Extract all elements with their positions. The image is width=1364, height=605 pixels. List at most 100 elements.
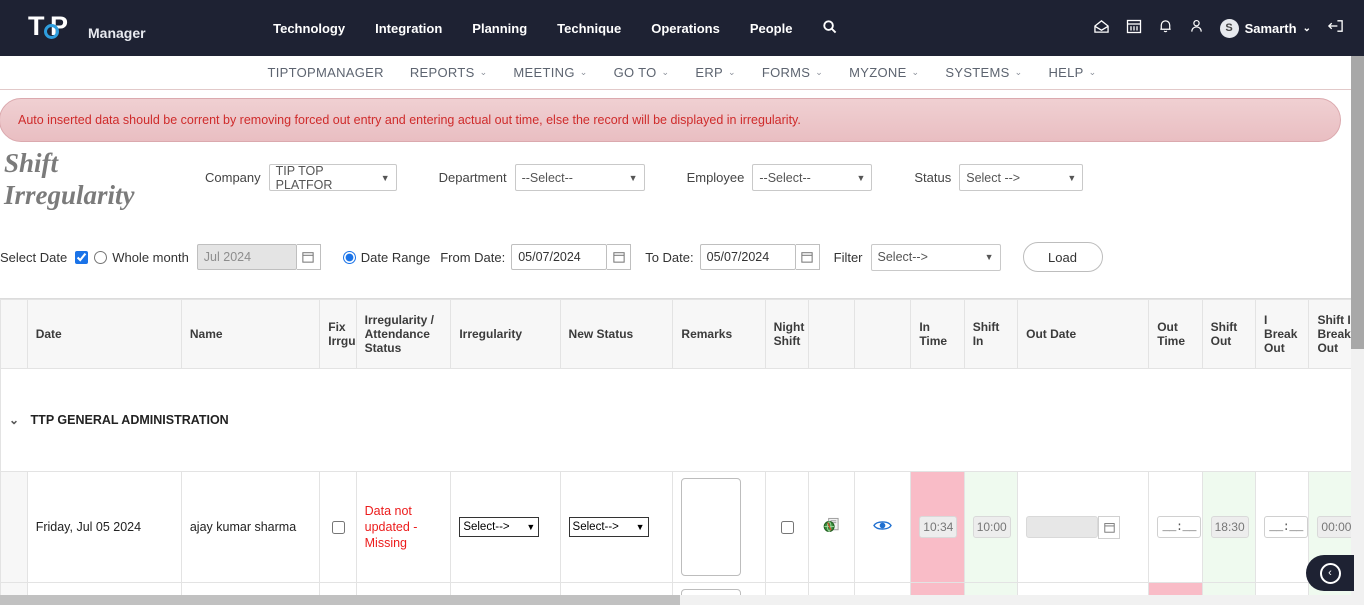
nav-item-integration[interactable]: Integration [375,21,442,36]
select-date-label: Select Date [0,249,68,265]
nav-item-planning[interactable]: Planning [472,21,527,36]
home-icon[interactable] [1093,19,1110,38]
out-date-input[interactable] [1026,516,1099,538]
page-vertical-scrollbar[interactable] [1351,56,1364,605]
subnav-item-systems[interactable]: SYSTEMS ⌄ [945,65,1022,80]
table-horizontal-scrollbar[interactable] [0,595,1351,605]
department-select-value: --Select-- [521,170,573,185]
date-range-label: Date Range [360,249,431,265]
out-date-field[interactable] [1026,515,1140,539]
select-date-checkbox[interactable] [75,250,89,264]
page-vertical-scrollbar-thumb[interactable] [1351,56,1364,349]
from-date-calendar-icon[interactable] [607,244,632,270]
chevron-down-icon: ⌄ [579,67,588,77]
subnav-item-myzone[interactable]: MYZONE ⌄ [849,65,919,80]
subnav-label: MYZONE [849,65,907,80]
whole-month-radio[interactable] [94,250,108,264]
th-attachment [808,299,856,369]
subnav-item-tiptopmanager[interactable]: TIPTOPMANAGER [268,65,384,80]
from-date-input[interactable]: 05/07/2024 [511,244,608,270]
date-range-radio[interactable] [342,250,356,264]
company-select[interactable]: TIP TOP PLATFOR ▼ [268,164,397,192]
page-title-line1: Shift [4,148,59,178]
subnav-item-erp[interactable]: ERP ⌄ [695,65,735,80]
search-icon[interactable] [822,19,837,38]
group-header-cell[interactable]: ⌄ TTP GENERAL ADMINISTRATION [0,368,1352,472]
irregularity-select[interactable]: Select--> ▼ [459,517,540,537]
to-date-label: To Date: [645,249,694,265]
nav-item-technique[interactable]: Technique [557,21,621,36]
chevron-down-icon[interactable]: ⌄ [9,413,19,427]
chevron-down-icon: ⌄ [911,67,920,77]
subnav-item-forms[interactable]: FORMS ⌄ [762,65,823,80]
cell-fix-irregularity [319,471,357,583]
to-date-input[interactable]: 05/07/2024 [699,244,796,270]
filter-select[interactable]: Select--> ▼ [870,243,1001,271]
th-irregularity-attendance-status: Irregularity / Attendance Status [355,299,452,369]
chevron-down-icon: ▼ [856,172,866,183]
group-header-row[interactable]: ⌄ TTP GENERAL ADMINISTRATION [0,368,1352,472]
department-select[interactable]: --Select-- ▼ [514,164,645,191]
th-night-shift: Night Shift [764,299,810,369]
avatar: S [1219,18,1239,38]
break1-out-input[interactable]: __:__ [1264,516,1309,538]
out-time-input[interactable]: __:__ [1157,516,1202,538]
month-input[interactable]: Jul 2024 [196,244,297,270]
month-input-value: Jul 2024 [203,250,252,264]
warning-banner: Auto inserted data should be corrent by … [0,98,1341,142]
to-date-calendar-icon[interactable] [795,244,820,270]
contacts-icon[interactable] [1189,18,1204,38]
subnav-label: ERP [695,65,723,80]
user-menu[interactable]: S Samarth ⌄ [1219,18,1311,38]
bell-icon[interactable] [1158,18,1173,38]
top-right-actions: S Samarth ⌄ [1093,18,1344,38]
table-body: ⌄ TTP GENERAL ADMINISTRATION Friday, Jul… [0,368,1352,605]
department-label: Department [438,170,507,185]
logout-icon[interactable] [1327,18,1344,38]
in-time-input[interactable]: 10:34 [919,516,958,538]
remarks-textarea[interactable] [681,478,742,576]
cell-new-status-select: Select--> ▼ [559,471,674,583]
nav-item-operations[interactable]: Operations [651,21,720,36]
cell-in-time: 10:34 [910,471,965,583]
cell-shift-in: 10:00 [963,471,1019,583]
main-menu: Technology Integration Planning Techniqu… [273,19,837,38]
employee-label: Employee [686,170,745,185]
subnav-item-reports[interactable]: REPORTS ⌄ [410,65,488,80]
calendar-icon[interactable] [1126,18,1142,38]
shift-in-value: 10:00 [972,516,1011,538]
subnav-item-help[interactable]: HELP ⌄ [1048,65,1096,80]
chevron-down-icon: ⌄ [1014,67,1023,77]
view-eye-icon[interactable] [873,519,893,536]
subnav-item-goto[interactable]: GO TO ⌄ [614,65,670,80]
attachment-image-icon[interactable] [823,517,840,538]
out-date-calendar-icon[interactable] [1098,515,1121,539]
night-shift-checkbox[interactable] [781,520,795,534]
status-label: Status [914,170,952,185]
fix-irregularity-checkbox[interactable] [332,520,346,534]
cell-night-shift [764,471,810,583]
month-calendar-icon[interactable] [296,244,321,270]
nav-item-people[interactable]: People [750,21,793,36]
irregularity-table-container[interactable]: Date Name Fix Irrgu Irregularity / Atten… [0,298,1352,605]
cell-view [854,471,912,583]
chevron-down-icon: ▼ [526,522,536,532]
employee-select[interactable]: --Select-- ▼ [752,164,873,191]
subnav-label: FORMS [761,65,811,80]
alert-area: Auto inserted data should be corrent by … [0,90,1364,142]
nav-item-technology[interactable]: Technology [273,21,345,36]
page-title-line2: Irregularity [4,180,135,210]
cell-date: Friday, Jul 05 2024 [26,471,182,583]
brand-logo-area[interactable]: T P Manager [28,11,146,43]
user-name-label: Samarth [1244,20,1297,36]
collapse-panel-button[interactable]: ‹ [1306,555,1354,591]
to-date-value: 05/07/2024 [706,250,770,264]
table-horizontal-scrollbar-thumb[interactable] [0,595,680,605]
load-button[interactable]: Load [1022,242,1103,272]
th-out-time: Out Time [1148,299,1203,369]
subnav-item-meeting[interactable]: MEETING ⌄ [513,65,587,80]
company-label: Company [205,170,261,185]
cell-remarks [672,471,766,583]
status-select[interactable]: Select --> ▼ [959,164,1084,191]
new-status-select[interactable]: Select--> ▼ [568,517,649,537]
